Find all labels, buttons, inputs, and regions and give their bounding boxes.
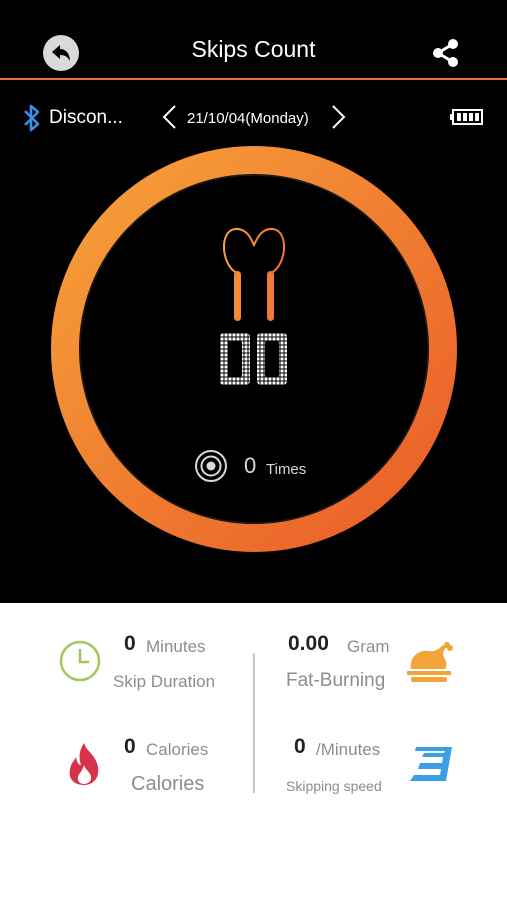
speed-label: Skipping speed — [286, 778, 382, 794]
calories-unit: Calories — [146, 740, 209, 759]
stats-panel: 0 Minutes Skip Duration 0.00 Gram Fat-Bu… — [0, 603, 507, 900]
battery-icon — [450, 109, 483, 125]
share-icon[interactable] — [430, 37, 462, 69]
speed-value: 0 — [294, 735, 306, 758]
stats-divider — [253, 653, 255, 793]
times-value: 0 — [244, 453, 257, 478]
chevron-left-icon[interactable] — [160, 104, 180, 130]
top-panel: Skips Count Discon... 21/10/04(Monday) 0… — [0, 0, 507, 603]
bluetooth-icon — [24, 104, 40, 132]
header-divider — [0, 78, 507, 80]
flame-icon — [69, 743, 99, 785]
fat-value: 0.00 — [288, 632, 329, 655]
header: Skips Count — [0, 0, 507, 80]
fat-label: Fat-Burning — [286, 670, 386, 691]
duration-unit: Minutes — [146, 637, 206, 656]
date-label: 21/10/04(Monday) — [187, 110, 309, 127]
chevron-right-icon[interactable] — [328, 104, 348, 130]
duration-label: Skip Duration — [113, 672, 216, 691]
connection-status[interactable]: Discon... — [49, 107, 123, 129]
speed-icon — [410, 747, 452, 781]
calories-label: Calories — [131, 773, 205, 795]
clock-icon — [59, 640, 101, 682]
fat-unit: Gram — [347, 637, 390, 656]
speed-unit: /Minutes — [316, 740, 381, 759]
times-unit: Times — [266, 461, 307, 478]
count-display: 00 — [220, 333, 288, 385]
roast-chicken-icon — [407, 642, 453, 682]
target-icon — [195, 450, 227, 482]
jump-rope-icon — [222, 227, 286, 321]
duration-value: 0 — [124, 632, 136, 655]
status-bar: Discon... 21/10/04(Monday) — [0, 98, 507, 138]
count-digits: 00 — [220, 333, 222, 334]
calories-value: 0 — [124, 735, 136, 758]
